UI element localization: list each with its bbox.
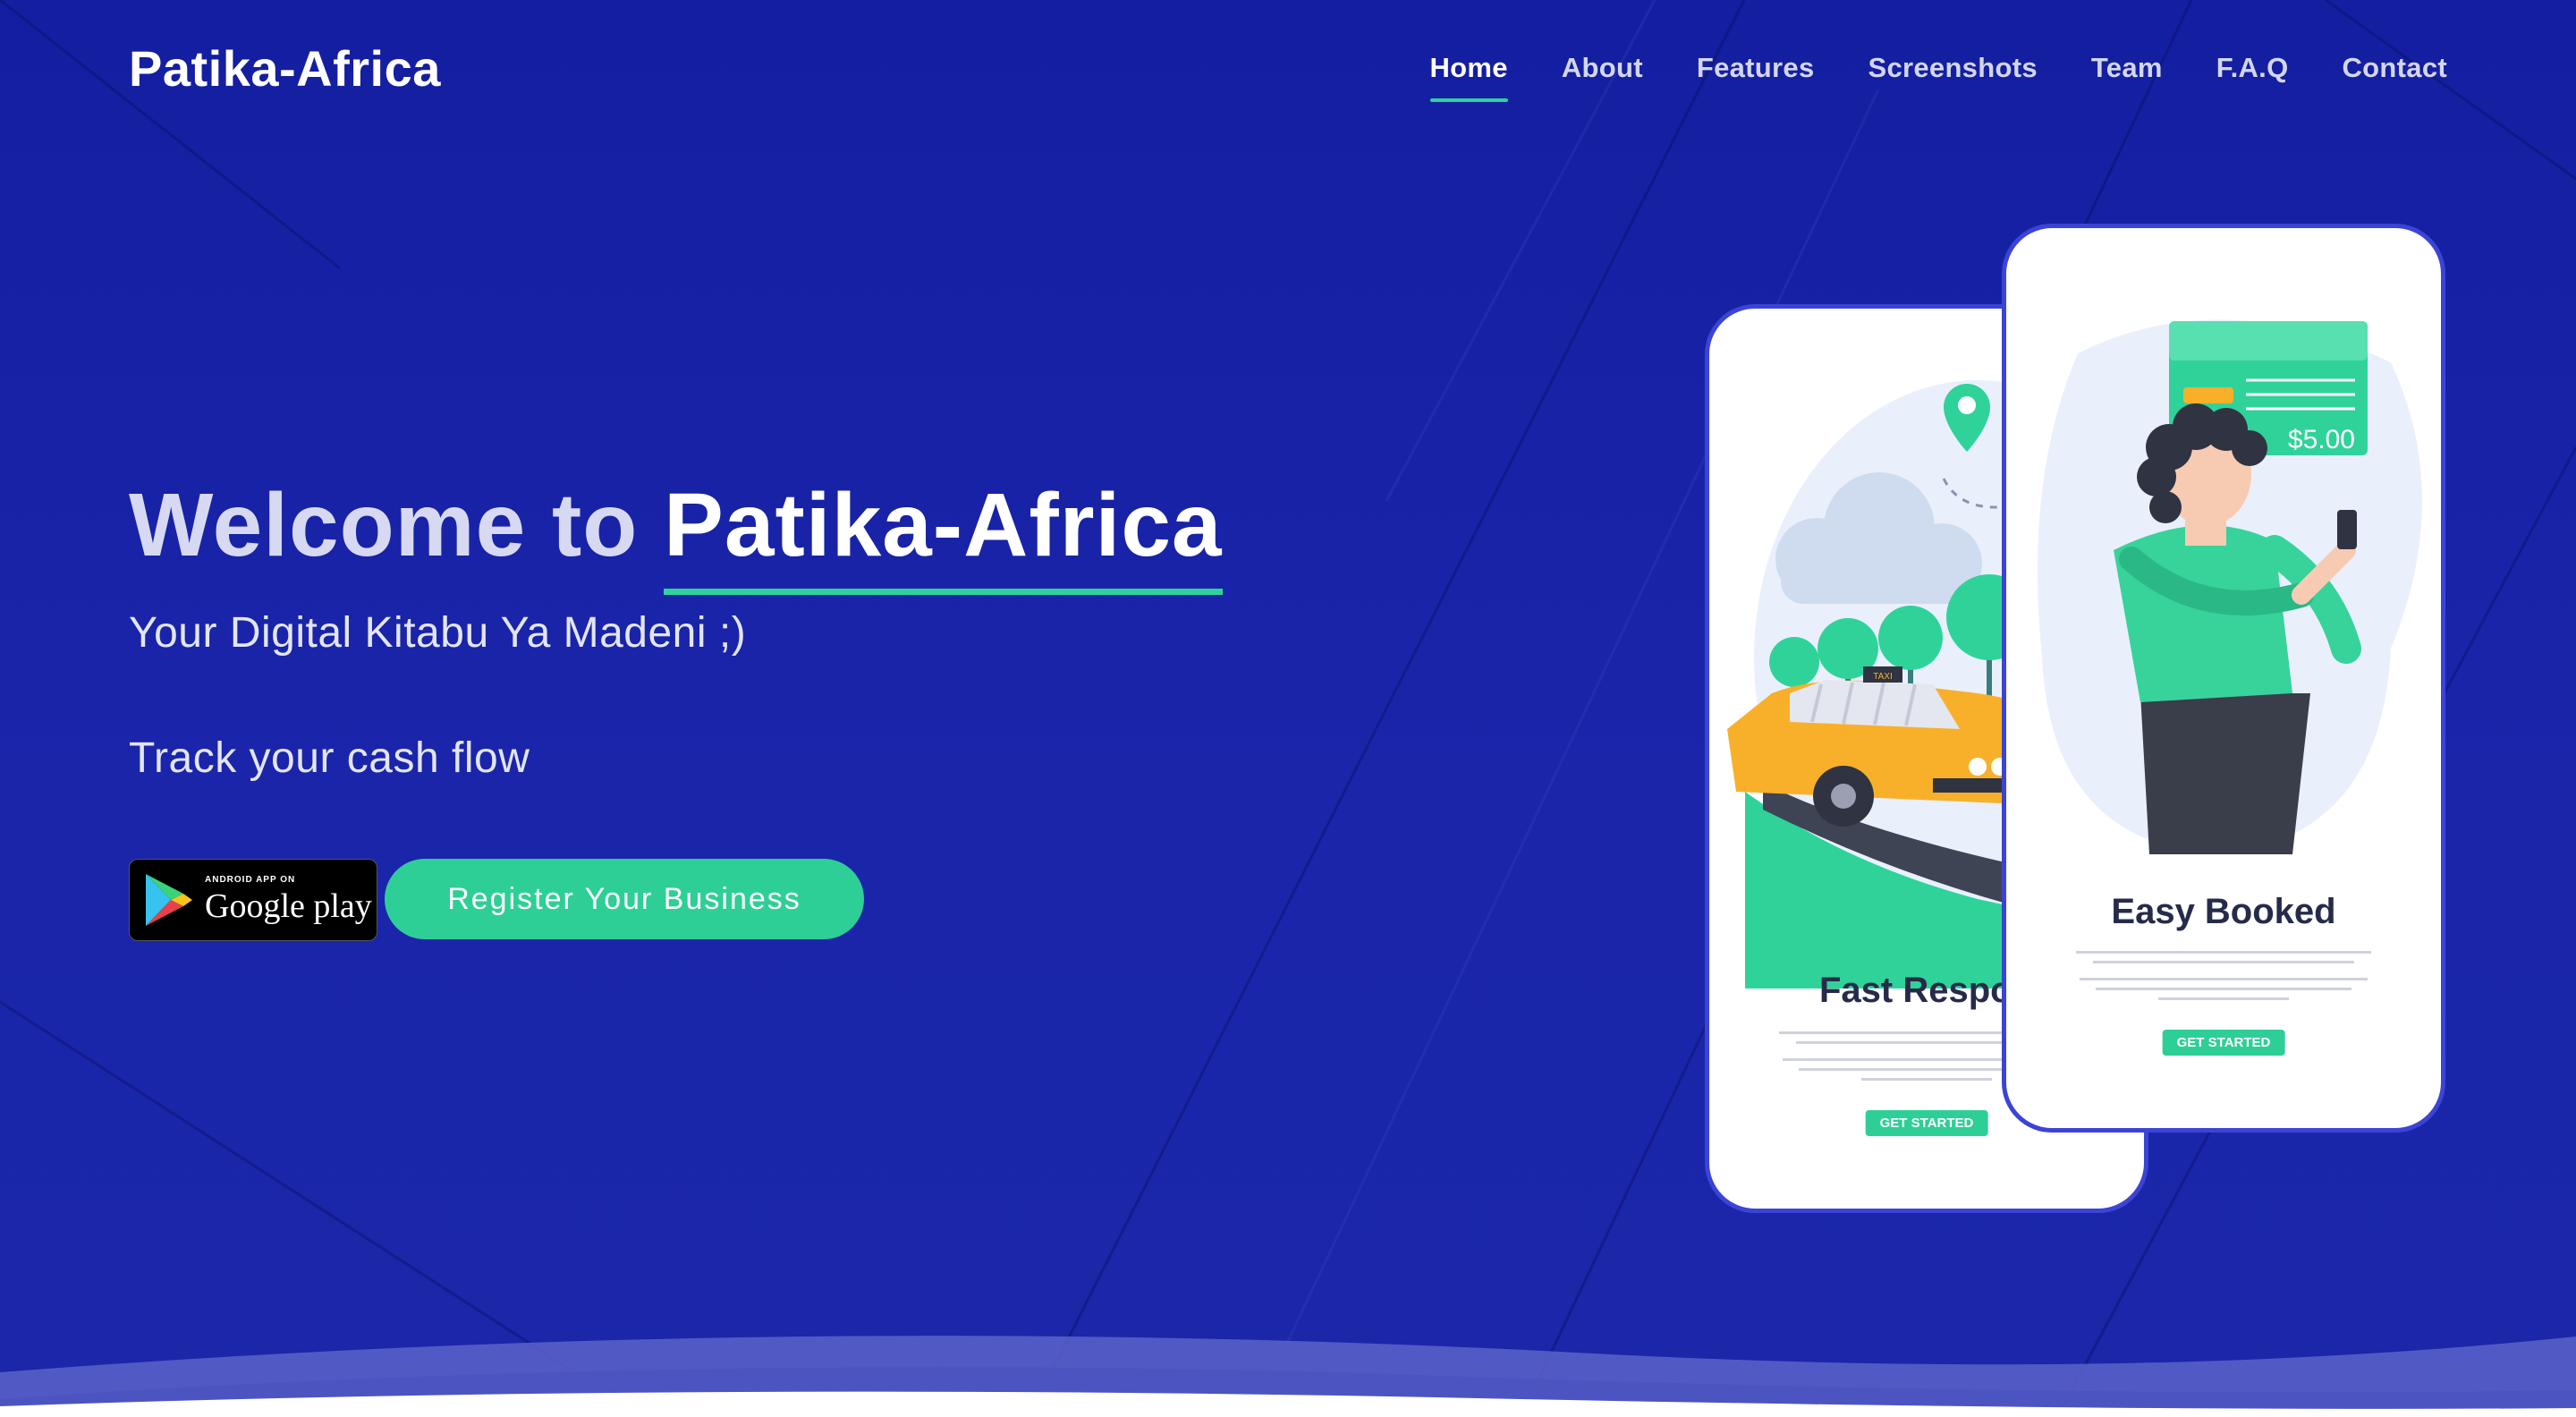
hero-tagline: Track your cash flow: [129, 734, 530, 782]
phone-front-title: Easy Booked: [2111, 892, 2336, 931]
nav-about[interactable]: About: [1562, 52, 1643, 84]
site-logo[interactable]: Patika-Africa: [129, 39, 441, 98]
taxi-sign-text: TAXI: [1873, 672, 1892, 682]
nav-faq[interactable]: F.A.Q: [2216, 52, 2289, 84]
phone-back-get-started-button[interactable]: GET STARTED: [1865, 1110, 1988, 1136]
nav-screenshots[interactable]: Screenshots: [1868, 52, 2037, 84]
google-play-text: Google play: [205, 887, 372, 925]
hero-subtitle: Your Digital Kitabu Ya Madeni ;): [129, 609, 747, 657]
google-play-badge[interactable]: ANDROID APP ON Google play: [129, 859, 377, 941]
phone-front-body-text: [2060, 944, 2387, 1007]
phone-mockup-front: $5.00 Easy Booked GET STARTED: [2002, 224, 2445, 1133]
main-nav: Home About Features Screenshots Team F.A…: [1377, 52, 2448, 102]
person-illustration: $5.00: [2038, 319, 2422, 854]
bottom-wave: [0, 1336, 2576, 1417]
register-business-button[interactable]: Register Your Business: [385, 859, 864, 939]
hero-section: Patika-Africa Home About Features Screen…: [0, 0, 2576, 1417]
nav-team[interactable]: Team: [2091, 52, 2163, 84]
google-play-small-text: ANDROID APP ON: [205, 874, 296, 885]
nav-features[interactable]: Features: [1697, 52, 1815, 84]
nav-contact[interactable]: Contact: [2343, 52, 2448, 84]
google-play-icon: [146, 874, 192, 926]
hero-title-prefix: Welcome to: [129, 475, 665, 575]
hero-title-accent: Patika-Africa: [664, 475, 1223, 575]
price-label: $5.00: [2288, 425, 2355, 454]
hero-title: Welcome to Patika-Africa: [129, 474, 1223, 577]
nav-home[interactable]: Home: [1429, 52, 1509, 102]
phone-front-get-started-button[interactable]: GET STARTED: [2162, 1030, 2285, 1056]
